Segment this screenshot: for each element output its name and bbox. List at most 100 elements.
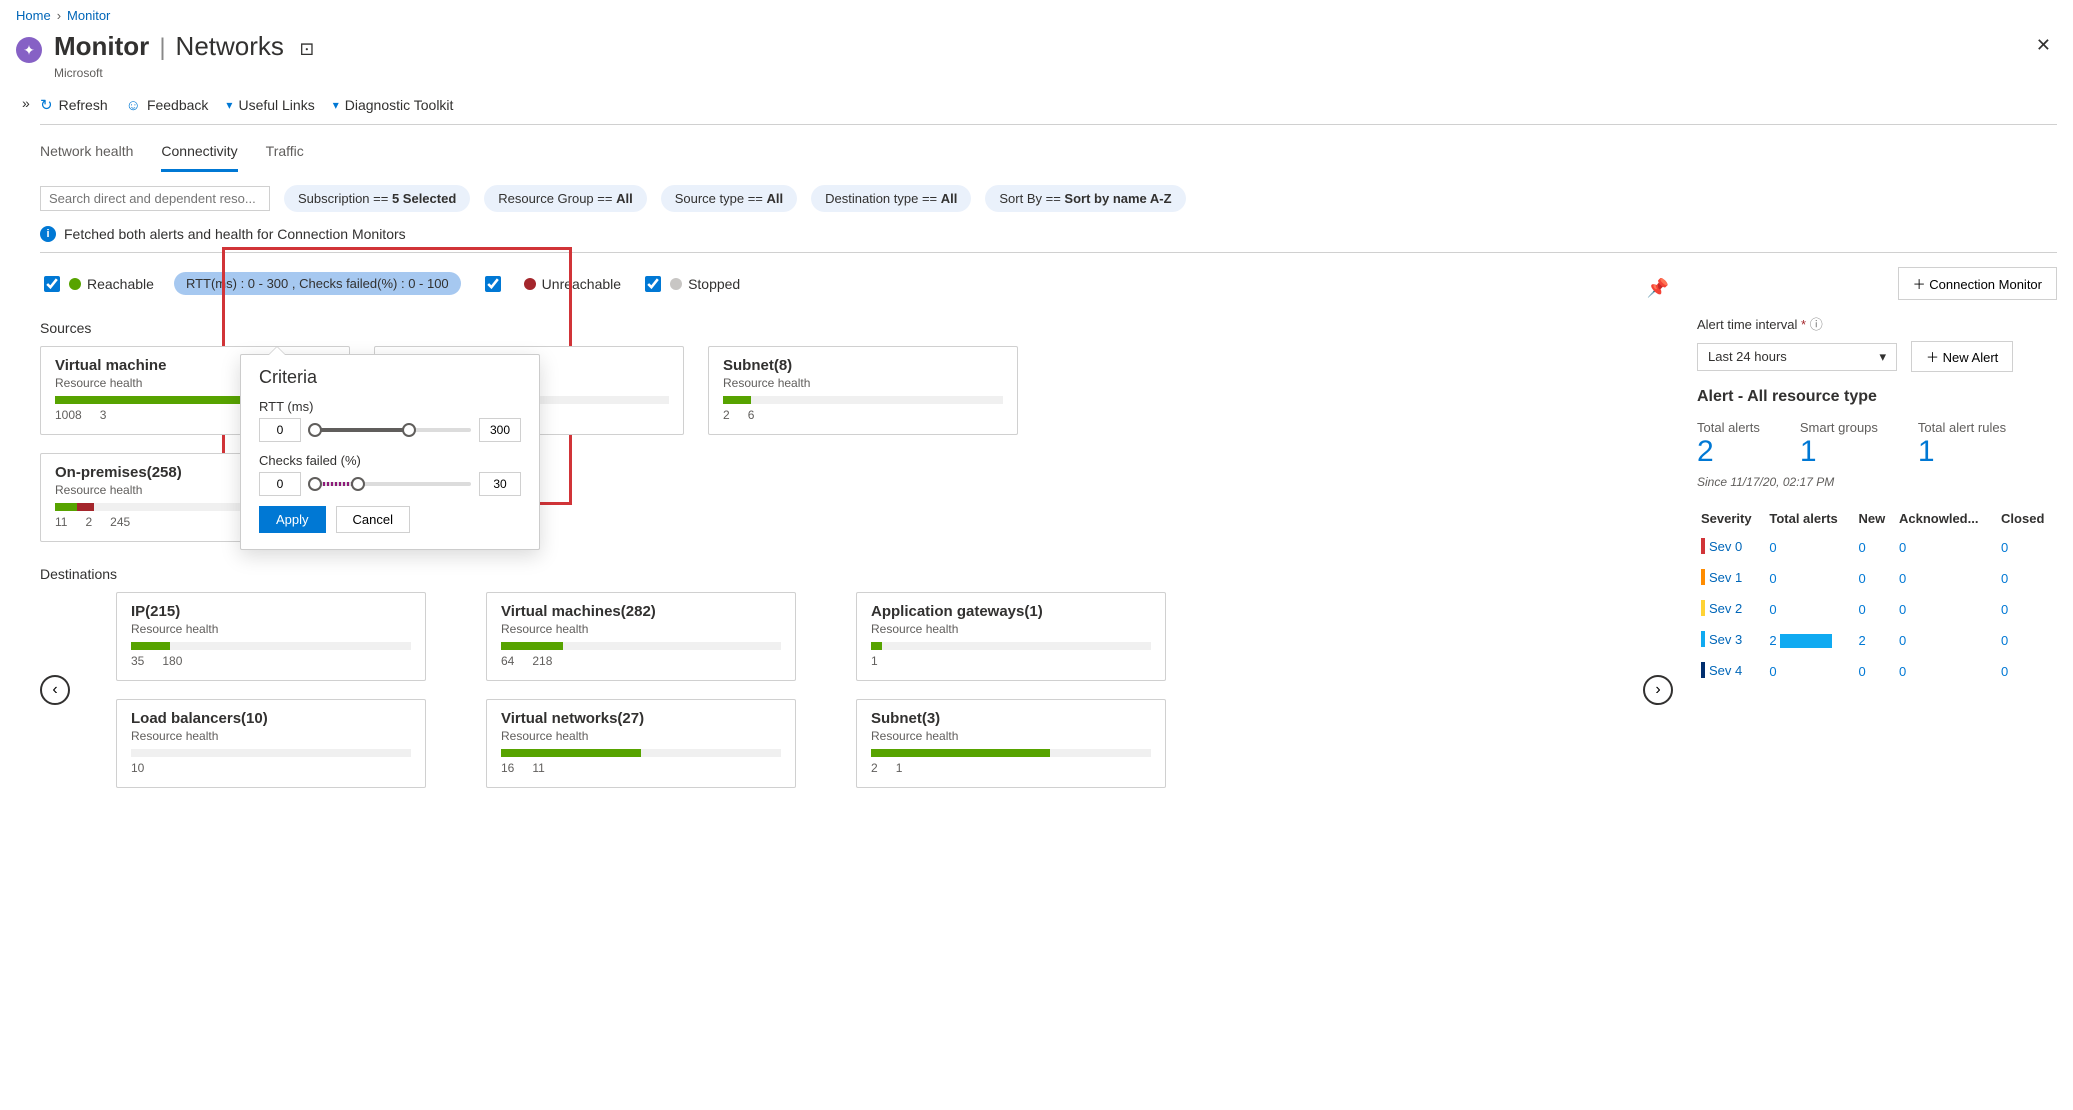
alert-rules-value[interactable]: 1	[1918, 435, 2006, 469]
smart-groups-value[interactable]: 1	[1800, 435, 1878, 469]
rtt-label: RTT (ms)	[259, 399, 313, 414]
resource-card[interactable]: Virtual machines(282)Resource health6421…	[486, 592, 796, 681]
card-counts: 21	[871, 761, 1151, 775]
add-connection-monitor-button[interactable]: ＋ Connection Monitor	[1898, 267, 2057, 300]
resource-card[interactable]: Subnet(3)Resource health21	[856, 699, 1166, 788]
new-cell[interactable]: 2	[1854, 625, 1895, 656]
severity-cell[interactable]: Sev 2	[1697, 594, 1765, 625]
table-header: Total alerts	[1765, 505, 1854, 532]
chevron-down-icon: ▾	[226, 98, 232, 112]
filter-resource-group[interactable]: Resource Group == All	[484, 185, 646, 212]
close-icon[interactable]: ✕	[2030, 31, 2057, 60]
closed-cell[interactable]: 0	[1997, 594, 2057, 625]
criteria-title: Criteria	[259, 367, 521, 388]
rtt-criteria-pill[interactable]: RTT(ms) : 0 - 300 , Checks failed(%) : 0…	[174, 272, 461, 295]
tab-network-health[interactable]: Network health	[40, 137, 133, 172]
new-cell[interactable]: 0	[1854, 656, 1895, 687]
page-title: Monitor	[54, 31, 149, 62]
chevron-down-icon: ▾	[333, 98, 339, 112]
apply-button[interactable]: Apply	[259, 506, 326, 533]
total-cell[interactable]: 0	[1765, 594, 1854, 625]
table-row[interactable]: Sev 40000	[1697, 656, 2057, 687]
alert-interval-label: Alert time interval * ⓘ	[1697, 314, 1823, 333]
table-header: Closed	[1997, 505, 2057, 532]
health-bar	[501, 749, 781, 757]
rtt-slider[interactable]	[309, 428, 471, 432]
severity-cell[interactable]: Sev 1	[1697, 563, 1765, 594]
useful-links-dropdown[interactable]: ▾Useful Links	[226, 97, 314, 113]
tab-connectivity[interactable]: Connectivity	[161, 137, 237, 172]
info-text: Fetched both alerts and health for Conne…	[64, 226, 406, 242]
cancel-button[interactable]: Cancel	[336, 506, 410, 533]
closed-cell[interactable]: 0	[1997, 563, 2057, 594]
table-row[interactable]: Sev 32 200	[1697, 625, 2057, 656]
checks-failed-label: Checks failed (%)	[259, 453, 361, 468]
criteria-popup: Criteria RTT (ms) Checks failed (%)	[240, 354, 540, 550]
new-cell[interactable]: 0	[1854, 594, 1895, 625]
severity-cell[interactable]: Sev 3	[1697, 625, 1765, 656]
resource-card[interactable]: Virtual networks(27)Resource health1611	[486, 699, 796, 788]
new-cell[interactable]: 0	[1854, 532, 1895, 563]
resource-card[interactable]: Load balancers(10)Resource health10	[116, 699, 426, 788]
filter-source-type[interactable]: Source type == All	[661, 185, 797, 212]
severity-table: SeverityTotal alertsNewAcknowled...Close…	[1697, 505, 2057, 687]
rtt-max-input[interactable]	[479, 418, 521, 442]
stopped-checkbox[interactable]	[645, 276, 661, 292]
insights-icon: ✦	[16, 37, 42, 63]
refresh-icon: ↻	[40, 96, 53, 114]
filter-subscription[interactable]: Subscription == 5 Selected	[284, 185, 470, 212]
ack-cell[interactable]: 0	[1895, 625, 1997, 656]
alert-since-label: Since 11/17/20, 02:17 PM	[1697, 475, 2057, 489]
tab-traffic[interactable]: Traffic	[266, 137, 304, 172]
closed-cell[interactable]: 0	[1997, 625, 2057, 656]
checks-slider[interactable]	[309, 482, 471, 486]
pin-icon[interactable]: ⚀	[294, 36, 320, 64]
feedback-button[interactable]: ☺Feedback	[126, 97, 209, 114]
card-subtitle: Resource health	[501, 729, 781, 743]
total-alerts-value[interactable]: 2	[1697, 435, 1760, 469]
checks-max-input[interactable]	[479, 472, 521, 496]
resource-card[interactable]: IP(215)Resource health35180	[116, 592, 426, 681]
breadcrumb-current[interactable]: Monitor	[67, 8, 110, 23]
ack-cell[interactable]: 0	[1895, 594, 1997, 625]
ack-cell[interactable]: 0	[1895, 532, 1997, 563]
rtt-min-input[interactable]	[259, 418, 301, 442]
rtt-checkbox[interactable]	[485, 276, 501, 292]
new-cell[interactable]: 0	[1854, 563, 1895, 594]
breadcrumb-home[interactable]: Home	[16, 8, 51, 23]
table-row[interactable]: Sev 20000	[1697, 594, 2057, 625]
expand-sidebar-icon[interactable]: »	[16, 94, 36, 112]
resource-card[interactable]: Application gateways(1)Resource health1	[856, 592, 1166, 681]
resource-card[interactable]: Subnet(8)Resource health26	[708, 346, 1018, 435]
table-row[interactable]: Sev 10000	[1697, 563, 2057, 594]
new-alert-button[interactable]: ＋ New Alert	[1911, 341, 2013, 372]
health-bar	[871, 642, 1151, 650]
reachable-checkbox[interactable]	[44, 276, 60, 292]
severity-cell[interactable]: Sev 0	[1697, 532, 1765, 563]
filter-sort-by[interactable]: Sort By == Sort by name A-Z	[985, 185, 1185, 212]
card-counts: 10	[131, 761, 411, 775]
sources-heading: Sources	[40, 320, 1673, 336]
closed-cell[interactable]: 0	[1997, 532, 2057, 563]
ack-cell[interactable]: 0	[1895, 563, 1997, 594]
chevron-right-icon: ›	[57, 8, 61, 23]
filter-destination-type[interactable]: Destination type == All	[811, 185, 971, 212]
diagnostic-toolkit-dropdown[interactable]: ▾Diagnostic Toolkit	[333, 97, 454, 113]
alert-interval-dropdown[interactable]: Last 24 hours ▾	[1697, 343, 1897, 371]
carousel-prev-button[interactable]: ‹	[40, 675, 70, 705]
pin-dashboard-icon[interactable]: 📌	[1641, 274, 1675, 303]
page-header: ✦ Monitor | Networks ⚀ Microsoft ✕	[16, 31, 2057, 80]
ack-cell[interactable]: 0	[1895, 656, 1997, 687]
card-subtitle: Resource health	[131, 729, 411, 743]
total-cell[interactable]: 0	[1765, 563, 1854, 594]
severity-cell[interactable]: Sev 4	[1697, 656, 1765, 687]
closed-cell[interactable]: 0	[1997, 656, 2057, 687]
carousel-next-button[interactable]: ›	[1643, 675, 1673, 705]
search-input[interactable]	[40, 186, 270, 211]
total-cell[interactable]: 0	[1765, 656, 1854, 687]
table-row[interactable]: Sev 00000	[1697, 532, 2057, 563]
total-cell[interactable]: 2	[1765, 625, 1854, 656]
checks-min-input[interactable]	[259, 472, 301, 496]
refresh-button[interactable]: ↻Refresh	[40, 96, 108, 114]
total-cell[interactable]: 0	[1765, 532, 1854, 563]
